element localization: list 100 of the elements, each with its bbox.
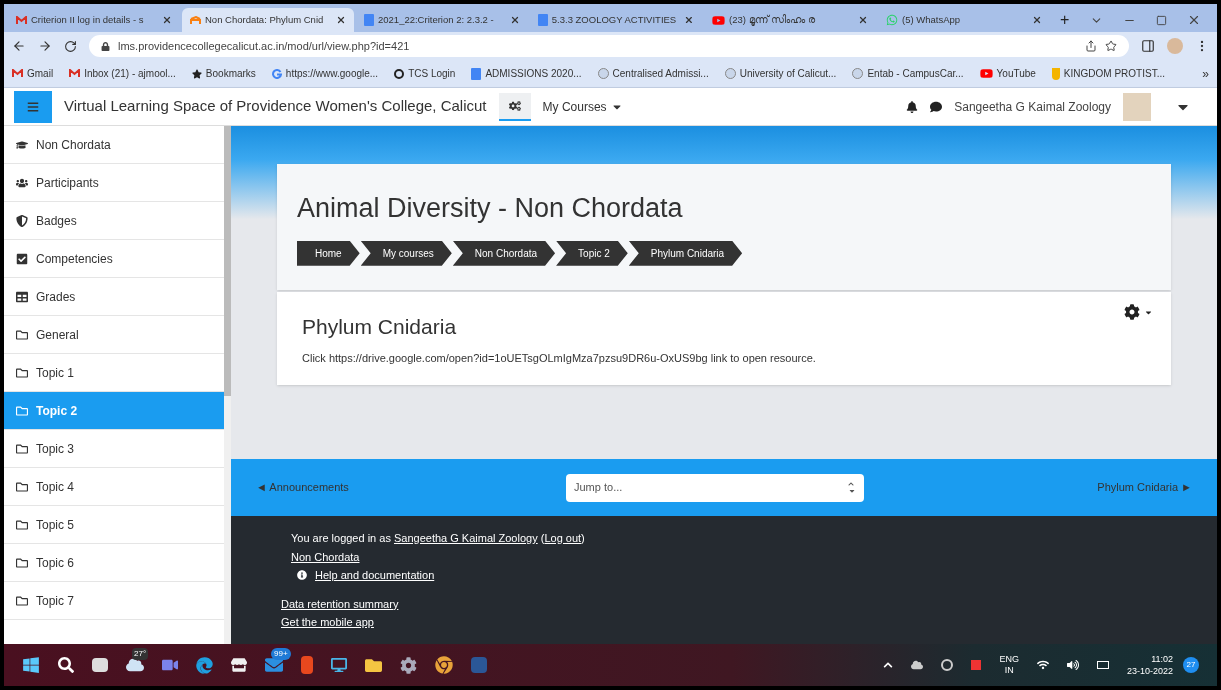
user-profile-link[interactable]: Sangeetha G Kaimal Zoology <box>393 532 538 544</box>
shield-icon <box>16 214 28 227</box>
browser-tab[interactable]: 5.3.3 ZOOLOGY ACTIVITIES <box>530 8 702 32</box>
share-icon[interactable] <box>1085 40 1097 52</box>
tab-title: Non Chordata: Phylum Cnid <box>205 12 324 27</box>
maximize-icon[interactable] <box>1156 14 1167 26</box>
temperature-badge: 27° <box>132 648 149 660</box>
select-arrows-icon <box>848 480 856 495</box>
url-text: lms.providencecollegecalicut.ac.in/mod/url/view.php?id=421 <box>118 38 410 54</box>
g-logo-icon <box>271 68 282 79</box>
side-panel-icon[interactable] <box>1141 39 1155 53</box>
close-icon[interactable] <box>858 15 868 25</box>
gears-icon <box>508 99 521 112</box>
back-icon[interactable] <box>12 39 26 53</box>
bookmark-link[interactable]: Inbox (21) - ajmool... <box>69 66 176 81</box>
chat-icon[interactable] <box>930 100 943 113</box>
mail-logo-icon <box>12 69 23 78</box>
settings-icon[interactable] <box>400 656 417 674</box>
clock[interactable]: 11:02 23-10-2022 <box>1126 653 1173 677</box>
breadcrumb-link[interactable]: Home <box>297 240 360 266</box>
menu-button[interactable] <box>14 90 52 123</box>
bookmark-link[interactable]: https://www.google... <box>271 66 379 81</box>
login-info-text: You are logged in as Sangeetha G Kaimal Zoology (Log out) <box>290 531 586 546</box>
cloud-icon[interactable] <box>911 659 924 671</box>
bookmark-link[interactable]: University of Calicut... <box>724 66 837 81</box>
tab-title: 2021_22:Criterion 2: 2.3.2 - <box>378 12 494 27</box>
close-icon[interactable] <box>1187 13 1201 27</box>
weather-icon[interactable] <box>126 656 144 674</box>
new-tab-button[interactable]: + <box>1052 8 1078 32</box>
chrome-icon[interactable] <box>435 656 453 674</box>
bookmark-link[interactable]: Bookmarks <box>191 66 256 81</box>
users-icon <box>16 176 28 189</box>
breadcrumb-link[interactable]: Phylum Cnidaria <box>628 240 743 266</box>
close-icon[interactable] <box>510 15 520 25</box>
video-call-icon[interactable] <box>162 657 178 673</box>
my-courses-menu[interactable]: My Courses <box>542 97 623 116</box>
close-icon[interactable] <box>684 15 694 25</box>
search-icon[interactable] <box>58 657 74 673</box>
folder-icon[interactable] <box>365 656 382 674</box>
browser-tab[interactable]: Criterion II log in details - s <box>8 8 180 32</box>
mail-icon[interactable] <box>265 656 283 674</box>
store-icon[interactable] <box>231 657 247 673</box>
address-field[interactable]: lms.providencecollegecalicut.ac.in/mod/url/view.php?id=421 <box>89 35 1129 57</box>
close-icon[interactable] <box>1032 15 1042 25</box>
browser-tab[interactable]: Non Chordata: Phylum Cnid <box>182 8 354 32</box>
menu-icon <box>27 100 39 113</box>
browser-tab[interactable]: (23) മൂന്ന് സിംഹം ര <box>704 8 876 32</box>
course-title: Animal Diversity - Non Chordata <box>297 192 684 226</box>
monitor-icon[interactable] <box>331 657 347 673</box>
battery-icon[interactable] <box>1096 661 1109 669</box>
bookmark-link[interactable]: KINGDOM PROTIST... <box>1051 66 1165 81</box>
bookmark-link[interactable]: Entab - CampusCar... <box>852 66 964 81</box>
bookmark-link[interactable]: Centralised Admissi... <box>597 66 709 81</box>
settings-menu-button[interactable] <box>1124 304 1153 320</box>
bookmark-link[interactable]: Gmail <box>12 66 54 81</box>
breadcrumb-link[interactable]: My courses <box>360 240 452 266</box>
folder-icon <box>16 556 28 569</box>
forward-icon[interactable] <box>38 39 52 53</box>
course-link[interactable]: Non Chordata <box>281 548 360 565</box>
browser-tab[interactable]: (5) WhatsApp <box>878 8 1050 32</box>
help-link[interactable]: Help and documentation <box>315 567 435 584</box>
reload-icon[interactable] <box>64 39 77 53</box>
settings-button[interactable] <box>498 92 531 121</box>
task-view-icon[interactable] <box>92 658 108 672</box>
star-icon[interactable] <box>1105 40 1117 52</box>
next-activity-link[interactable]: Phylum Cnidaria ► <box>1097 479 1192 496</box>
jump-to-select[interactable]: Jump to... <box>566 473 864 502</box>
language-indicator[interactable]: ENG IN <box>999 654 1019 676</box>
breadcrumb-link[interactable]: Topic 2 <box>556 240 628 266</box>
user-name[interactable]: Sangeetha G Kaimal Zoology <box>954 97 1111 116</box>
bookmark-link[interactable]: ADMISSIONS 2020... <box>471 66 582 81</box>
wifi-icon[interactable] <box>1036 659 1049 671</box>
more-bookmarks-button[interactable]: » <box>1202 64 1209 83</box>
browser-tab[interactable]: 2021_22:Criterion 2: 2.3.2 - <box>356 8 528 32</box>
scrollbar[interactable] <box>224 126 231 644</box>
previous-activity-link[interactable]: ◄ Announcements <box>256 479 566 496</box>
data-retention-link[interactable]: Data retention summary <box>281 595 399 612</box>
mobile-app-link[interactable]: Get the mobile app <box>281 614 374 631</box>
site-logo-icon <box>724 68 736 79</box>
folder-icon <box>16 594 28 607</box>
bookmark-link[interactable]: YouTube <box>979 66 1036 81</box>
site-title[interactable]: Virtual Learning Space of Providence Women's College, Calicut <box>64 95 487 118</box>
app-tray-icon[interactable] <box>971 660 982 670</box>
mail-logo-icon <box>69 69 81 78</box>
tab-title: (5) WhatsApp <box>902 12 961 27</box>
site-logo-icon <box>852 68 864 79</box>
breadcrumb-link[interactable]: Non Chordata <box>452 240 556 266</box>
medal-icon <box>1051 67 1060 80</box>
bell-icon[interactable] <box>906 100 919 113</box>
start-icon[interactable] <box>22 656 40 674</box>
volume-icon[interactable] <box>1066 659 1079 671</box>
document-icon <box>364 14 374 26</box>
circle-logo-icon <box>394 68 405 79</box>
bookmark-link[interactable]: TCS Login <box>394 66 456 81</box>
table-icon <box>16 290 28 303</box>
close-icon[interactable] <box>336 15 346 25</box>
chevron-up-icon[interactable] <box>883 660 894 670</box>
close-icon[interactable] <box>162 15 172 25</box>
mail-logo-icon <box>16 15 27 25</box>
browser-icon[interactable] <box>196 656 213 674</box>
